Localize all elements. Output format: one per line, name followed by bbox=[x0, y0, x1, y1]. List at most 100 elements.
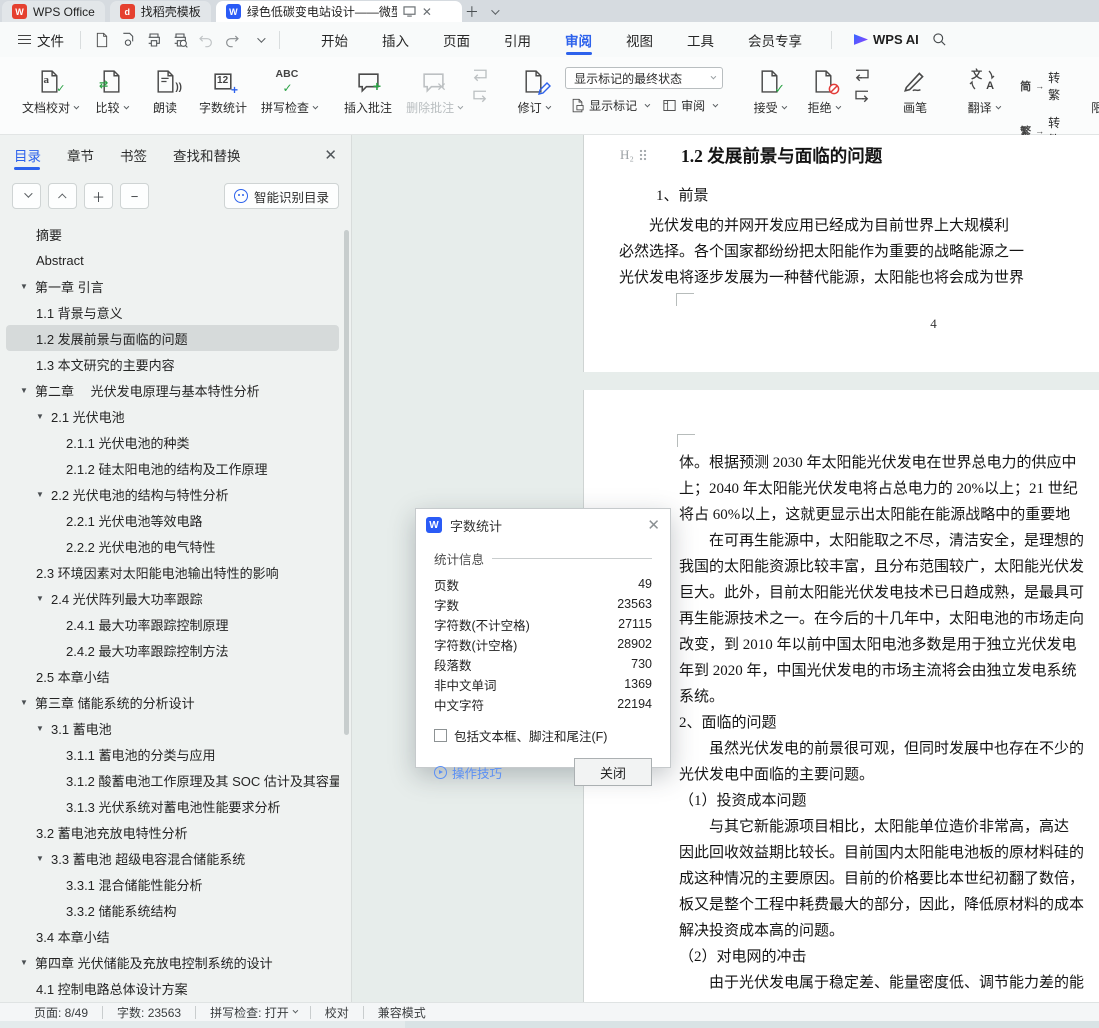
redo-button[interactable] bbox=[219, 28, 245, 52]
menu-item[interactable]: 工具 bbox=[670, 22, 731, 57]
accept-change-button[interactable]: ✓ 接受 bbox=[743, 65, 795, 118]
heading-level-badge[interactable]: H₂ bbox=[620, 147, 647, 163]
text-line[interactable]: 板又是整个工程中耗费最大的部分，因此，降低原材料的成本 bbox=[679, 892, 1099, 918]
toc-item[interactable]: ▼ 第四章 光伏储能及充放电控制系统的设计 bbox=[6, 949, 339, 975]
toc-item[interactable]: ▼ 2.1.1 光伏电池的种类 bbox=[6, 429, 339, 455]
text-line[interactable]: 光伏发电将逐步发展为一种替代能源，太阳能也将会成为世界 bbox=[619, 265, 1099, 291]
status-item[interactable]: 字数: 23563 bbox=[103, 1005, 197, 1020]
save-button[interactable] bbox=[89, 28, 115, 52]
file-menu-button[interactable]: 文件 bbox=[10, 30, 72, 50]
toc-item[interactable]: ▼ 3.1.1 蓄电池的分类与应用 bbox=[6, 741, 339, 767]
tab-current-document[interactable]: W 绿色低碳变电站设计——微型 ✕ bbox=[215, 1, 462, 22]
sidebar-tab[interactable]: 章节 bbox=[67, 135, 94, 175]
status-item[interactable]: 页面: 8/49 bbox=[20, 1005, 104, 1020]
toc-item[interactable]: ▼ 第三章 储能系统的分析设计 bbox=[6, 689, 339, 715]
expand-all-button[interactable] bbox=[48, 183, 77, 209]
toc-item[interactable]: ▼ 第二章 光伏发电原理与基本特性分析 bbox=[6, 377, 339, 403]
collapse-all-button[interactable] bbox=[12, 183, 41, 209]
toc-item[interactable]: ▼ 摘要 bbox=[6, 221, 339, 247]
delete-comment-button[interactable]: ✕ 删除批注 bbox=[400, 65, 467, 118]
tab-wps-home[interactable]: W WPS Office bbox=[2, 1, 105, 22]
status-item[interactable]: 校对 bbox=[311, 1005, 364, 1020]
text-line[interactable]: 上；2040 年太阳能光伏发电将占总电力的 20%以上；21 世纪 bbox=[679, 476, 1099, 502]
review-panel-button[interactable]: 审阅 bbox=[657, 95, 721, 116]
toc-item[interactable]: ▼ 1.3 本文研究的主要内容 bbox=[6, 351, 339, 377]
spell-check-button[interactable]: ABC ✓ 拼写检查 bbox=[255, 65, 322, 118]
status-item[interactable]: 兼容模式 bbox=[364, 1006, 440, 1020]
toc-item[interactable]: ▼ 2.2.2 光伏电池的电气特性 bbox=[6, 533, 339, 559]
share-screen-icon[interactable] bbox=[403, 6, 416, 17]
pen-button[interactable]: 画笔 bbox=[889, 65, 941, 118]
text-line[interactable]: 必然选择。各个国家都纷纷把太阳能作为重要的战略能源之一 bbox=[619, 239, 1099, 265]
toc-item[interactable]: ▼ 3.4 本章小结 bbox=[6, 923, 339, 949]
toc-item[interactable]: ▼ 第一章 引言 bbox=[6, 273, 339, 299]
text-line[interactable]: 2、面临的问题 bbox=[679, 710, 1099, 736]
toc-item[interactable]: ▼ 3.1 蓄电池 bbox=[6, 715, 339, 741]
export-pdf-button[interactable] bbox=[115, 28, 141, 52]
next-change-icon[interactable] bbox=[853, 89, 871, 104]
menu-item[interactable]: 审阅 bbox=[548, 22, 609, 57]
compare-button[interactable]: ⇄ 比较 bbox=[85, 65, 137, 118]
tab-list-dropdown-icon[interactable] bbox=[482, 2, 502, 22]
toc-collapse-arrow-icon[interactable]: ▼ bbox=[20, 282, 35, 291]
read-aloud-button[interactable]: )) 朗读 bbox=[139, 65, 191, 118]
sidebar-scrollbar-thumb[interactable] bbox=[344, 230, 349, 735]
insert-comment-button[interactable]: + 插入批注 bbox=[338, 65, 398, 118]
menu-item[interactable]: 引用 bbox=[487, 22, 548, 57]
toc-item[interactable]: ▼ 2.4.2 最大功率跟踪控制方法 bbox=[6, 637, 339, 663]
status-item[interactable]: 拼写检查: 打开 bbox=[196, 1005, 311, 1020]
text-line[interactable]: （2）对电网的冲击 bbox=[679, 944, 1099, 970]
toc-item[interactable]: ▼ 3.3 蓄电池 超级电容混合储能系统 bbox=[6, 845, 339, 871]
toc-item[interactable]: ▼ 2.3 环境因素对太阳能电池输出特性的影响 bbox=[6, 559, 339, 585]
toc-collapse-arrow-icon[interactable]: ▼ bbox=[36, 490, 51, 499]
simplified-to-traditional-button[interactable]: 简 → 转繁 bbox=[1015, 67, 1065, 105]
markup-state-select[interactable]: 显示标记的最终状态 bbox=[565, 67, 724, 89]
text-line[interactable]: 巨大。此外，目前太阳能光伏发电技术已日趋成熟，是最具可 bbox=[679, 580, 1099, 606]
smart-toc-button[interactable]: 智能识别目录 bbox=[223, 183, 339, 209]
checkbox-unchecked[interactable] bbox=[434, 729, 447, 742]
toc-collapse-arrow-icon[interactable]: ▼ bbox=[20, 698, 35, 707]
toc-item[interactable]: ▼ 3.1.2 酸蓄电池工作原理及其 SOC 估计及其容量 ... bbox=[6, 767, 339, 793]
toc-item[interactable]: ▼ 1.2 发展前景与面临的问题 bbox=[6, 325, 339, 351]
text-line[interactable]: 因此回收效益期比较长。目前国内太阳能电池板的原材料硅的 bbox=[679, 840, 1099, 866]
search-icon[interactable] bbox=[927, 28, 953, 52]
word-count-button[interactable]: 12 + 字数统计 bbox=[193, 65, 253, 118]
text-line[interactable]: 解决投资成本高的问题。 bbox=[679, 918, 1099, 944]
text-line[interactable]: 改变，到 2010 年以前中国太阳电池多数是用于独立光伏发电 bbox=[679, 632, 1099, 658]
translate-button[interactable]: 文 A 翻译 bbox=[957, 65, 1009, 118]
toc-item[interactable]: ▼ 2.2 光伏电池的结构与特性分析 bbox=[6, 481, 339, 507]
reject-change-button[interactable]: 拒绝 bbox=[797, 65, 849, 118]
toc-item[interactable]: ▼ 2.1.2 硅太阳电池的结构及工作原理 bbox=[6, 455, 339, 481]
menu-item[interactable]: 页面 bbox=[426, 22, 487, 57]
include-footnotes-option[interactable]: 包括文本框、脚注和尾注(F) bbox=[434, 726, 652, 745]
text-line[interactable]: 虽然光伏发电的前景很可观，但同时发展中也存在不少的 bbox=[679, 736, 1099, 762]
toc-item[interactable]: ▼ 2.5 本章小结 bbox=[6, 663, 339, 689]
text-line[interactable]: 将占 60%以上，这就更显示出太阳能在能源战略中的重要地 bbox=[679, 502, 1099, 528]
text-line[interactable]: 体。根据预测 2030 年太阳能光伏发电在世界总电力的供应中 bbox=[679, 450, 1099, 476]
text-line[interactable]: 与其它新能源项目相比，太阳能单位造价非常高，高达 bbox=[679, 814, 1099, 840]
sidebar-tab[interactable]: 书签 bbox=[120, 135, 147, 175]
document-page-4[interactable]: H₂ 1.2 发展前景与面临的问题 1、前景 光伏发电的并网开发应用已经成为目前… bbox=[583, 135, 1099, 372]
menu-item[interactable]: 开始 bbox=[304, 22, 365, 57]
drag-handle-icon[interactable] bbox=[638, 149, 647, 161]
undo-button[interactable] bbox=[193, 28, 219, 52]
toc-item[interactable]: ▼ 3.1.3 光伏系统对蓄电池性能要求分析 bbox=[6, 793, 339, 819]
text-line[interactable]: 我国的太阳能资源比较丰富，且分布范围较广，太阳能光伏发 bbox=[679, 554, 1099, 580]
toc-item[interactable]: ▼ 2.4 光伏阵列最大功率跟踪 bbox=[6, 585, 339, 611]
text-line[interactable]: 系统。 bbox=[679, 684, 1099, 710]
toc-item[interactable]: ▼ Abstract bbox=[6, 247, 339, 273]
close-dialog-icon[interactable]: ✕ bbox=[647, 516, 660, 534]
section-heading[interactable]: 1.2 发展前景与面临的问题 bbox=[681, 143, 1099, 168]
new-tab-button[interactable]: ＋ bbox=[462, 2, 482, 22]
restrict-editing-button[interactable]: 限制编辑 bbox=[1085, 65, 1099, 118]
toc-collapse-arrow-icon[interactable]: ▼ bbox=[36, 724, 51, 733]
close-button[interactable]: 关闭 bbox=[574, 758, 652, 786]
zoom-out-outline-button[interactable]: − bbox=[120, 183, 149, 209]
dialog-title-bar[interactable]: W 字数统计 ✕ bbox=[416, 509, 670, 541]
print-button[interactable] bbox=[141, 28, 167, 52]
subheading[interactable]: 1、前景 bbox=[656, 184, 1099, 205]
toc-item[interactable]: ▼ 2.4.1 最大功率跟踪控制原理 bbox=[6, 611, 339, 637]
toc-item[interactable]: ▼ 3.3.1 混合储能性能分析 bbox=[6, 871, 339, 897]
tab-docer-templates[interactable]: d 找稻壳模板 bbox=[109, 1, 211, 22]
text-line[interactable]: （1）投资成本问题 bbox=[679, 788, 1099, 814]
